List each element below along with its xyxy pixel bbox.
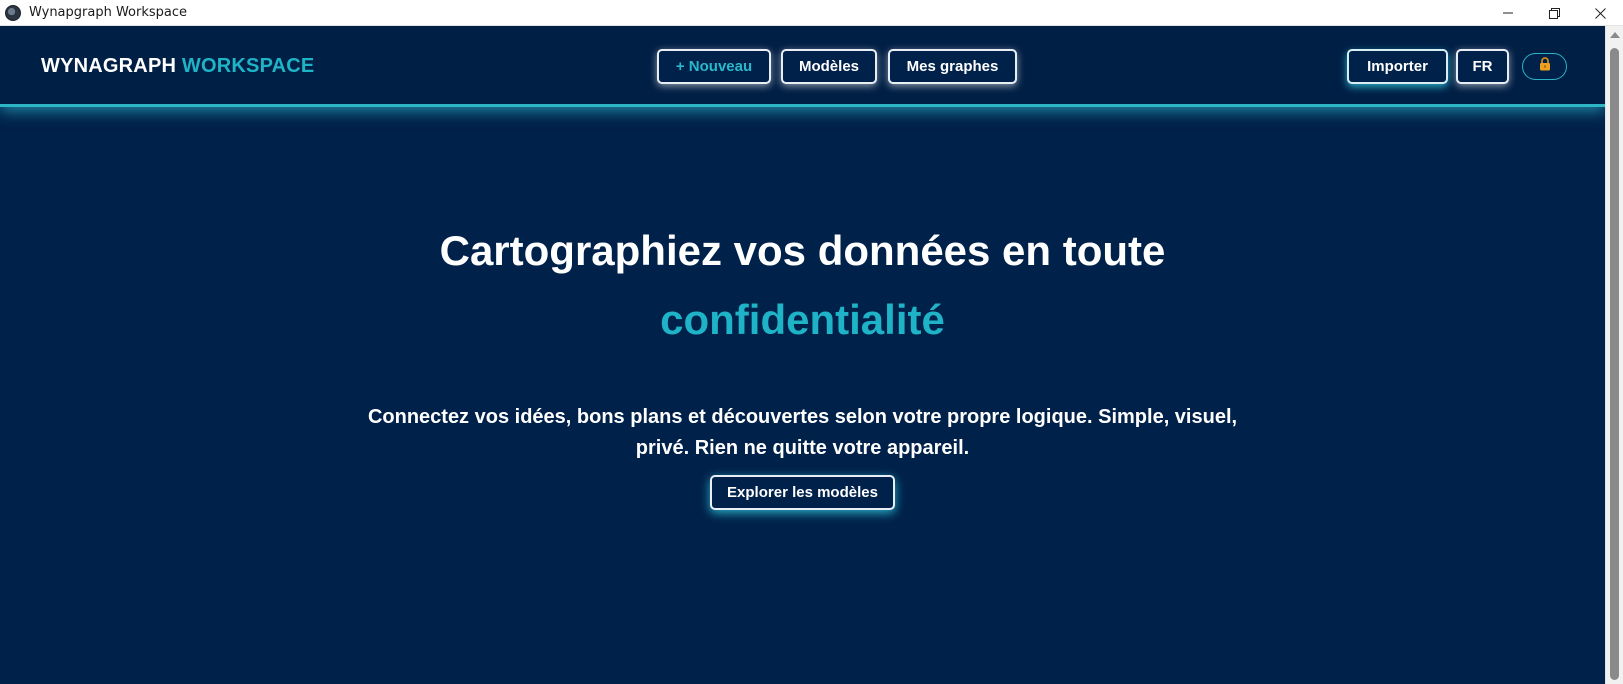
templates-button[interactable]: Modèles (781, 49, 877, 84)
restore-icon[interactable] (1531, 0, 1577, 26)
language-button[interactable]: FR (1456, 49, 1509, 84)
hero-title: Cartographiez vos données en toute (439, 227, 1166, 274)
scroll-up-icon[interactable] (1610, 32, 1620, 38)
lock-icon (1539, 57, 1551, 76)
hero-title-accent: confidentialité (660, 296, 945, 343)
window-titlebar: Wynapgraph Workspace (0, 0, 1623, 26)
window-title: Wynapgraph Workspace (29, 5, 188, 20)
minimize-icon[interactable] (1485, 0, 1531, 26)
app-window: WYNAGRAPH WORKSPACE + Nouveau Modèles Me… (0, 26, 1605, 684)
new-graph-button[interactable]: + Nouveau (657, 49, 771, 84)
hero-subtitle: Connectez vos idées, bons plans et décou… (367, 406, 1238, 459)
brand-logo[interactable]: WYNAGRAPH WORKSPACE (41, 55, 314, 78)
explore-templates-button[interactable]: Explorer les modèles (710, 475, 895, 510)
logo-accent-text: WORKSPACE (181, 55, 315, 77)
window-controls (1485, 0, 1623, 26)
vertical-scrollbar[interactable] (1605, 26, 1623, 684)
scrollbar-thumb[interactable] (1610, 48, 1619, 680)
app-icon (5, 4, 21, 21)
close-icon[interactable] (1577, 0, 1623, 26)
top-navbar: WYNAGRAPH WORKSPACE + Nouveau Modèles Me… (0, 26, 1605, 107)
import-button[interactable]: Importer (1347, 49, 1448, 84)
my-graphs-button[interactable]: Mes graphes (888, 49, 1017, 84)
logo-main-text: WYNAGRAPH (41, 55, 177, 77)
lock-button[interactable] (1522, 53, 1567, 80)
